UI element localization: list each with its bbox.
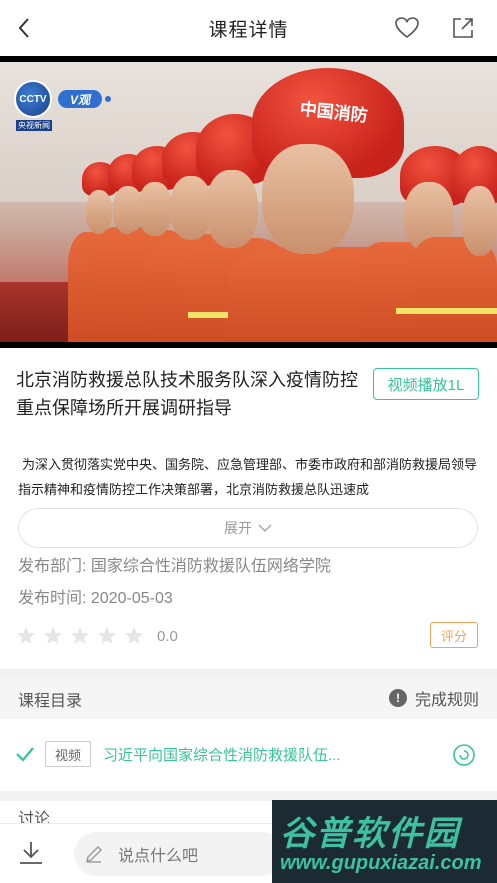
comment-placeholder: 说点什么吧 — [118, 848, 199, 865]
comment-input[interactable]: 说点什么吧 — [74, 832, 284, 876]
page-title: 课程详情 — [208, 19, 289, 41]
publish-department: 发布部门: 国家综合性消防救援队伍网络学院 — [18, 558, 331, 575]
share-button[interactable] — [447, 12, 479, 44]
catalog-label: 课程目录 — [18, 693, 83, 710]
firefighter-face — [138, 182, 172, 236]
completion-rules-label: 完成规则 — [414, 692, 479, 709]
star-icon — [17, 627, 35, 644]
top-bar: 课程详情 — [0, 0, 497, 56]
info-icon: ! — [388, 689, 407, 707]
play-count-badge: 视频播放1L — [373, 368, 479, 400]
rating-stars: 0.0 — [16, 626, 178, 646]
channel-watermark: CCTV V观 央视新闻 — [14, 80, 111, 131]
video-frame: 中国消防 CCTV V观 央视新闻 — [0, 62, 497, 342]
channel-sub: 央视新闻 — [16, 120, 52, 131]
completion-rules-button[interactable]: ! 完成规则 — [388, 686, 479, 710]
cctv-logo: CCTV — [14, 80, 52, 118]
star-icon — [98, 627, 116, 644]
pencil-icon — [86, 846, 102, 863]
expand-label: 展开 — [224, 520, 252, 536]
download-button[interactable] — [16, 838, 46, 868]
star-icon — [125, 627, 143, 644]
star-icon — [71, 627, 89, 644]
chevron-down-icon — [258, 523, 272, 532]
download-icon — [20, 842, 42, 864]
site-watermark: 谷普软件园 www.gupuxiazai.com — [272, 800, 497, 883]
lesson-item[interactable]: 视频 习近平向国家综合性消防救援队伍... — [0, 719, 497, 791]
section-divider — [0, 669, 497, 677]
video-player[interactable]: 中国消防 CCTV V观 央视新闻 — [0, 56, 497, 348]
favorite-button[interactable] — [391, 12, 423, 44]
watermark-url: www.gupuxiazai.com — [280, 852, 482, 874]
course-description: 为深入贯彻落实党中央、国务院、应急管理部、市委市政府和部消防救援局领导指示精神和… — [18, 457, 478, 497]
badge-dot — [105, 96, 111, 102]
check-icon — [16, 747, 34, 762]
rate-button[interactable]: 评分 — [430, 622, 478, 648]
lesson-type-tag: 视频 — [45, 741, 91, 767]
star-icon — [44, 627, 62, 644]
reflective-stripe — [396, 308, 497, 314]
lesson-title: 习近平向国家综合性消防救援队伍... — [103, 747, 341, 764]
publish-time: 发布时间: 2020-05-03 — [18, 590, 173, 607]
expand-button[interactable]: 展开 — [18, 508, 478, 548]
heart-icon — [395, 17, 419, 39]
firefighter-face — [206, 170, 258, 248]
watermark-name: 谷普软件园 — [280, 815, 460, 853]
back-button[interactable] — [8, 12, 40, 44]
progress-circle-icon — [453, 744, 475, 766]
channel-badge: V观 — [58, 90, 102, 108]
rating-score: 0.0 — [157, 627, 178, 645]
catalog-header: 课程目录 ! 完成规则 — [0, 677, 497, 719]
share-icon — [453, 18, 473, 38]
firefighter-face — [262, 144, 354, 254]
chevron-left-icon — [18, 18, 29, 38]
firefighter-face — [462, 186, 497, 256]
course-title: 北京消防救援总队技术服务队深入疫情防控重点保障场所开展调研指导 — [16, 370, 358, 418]
